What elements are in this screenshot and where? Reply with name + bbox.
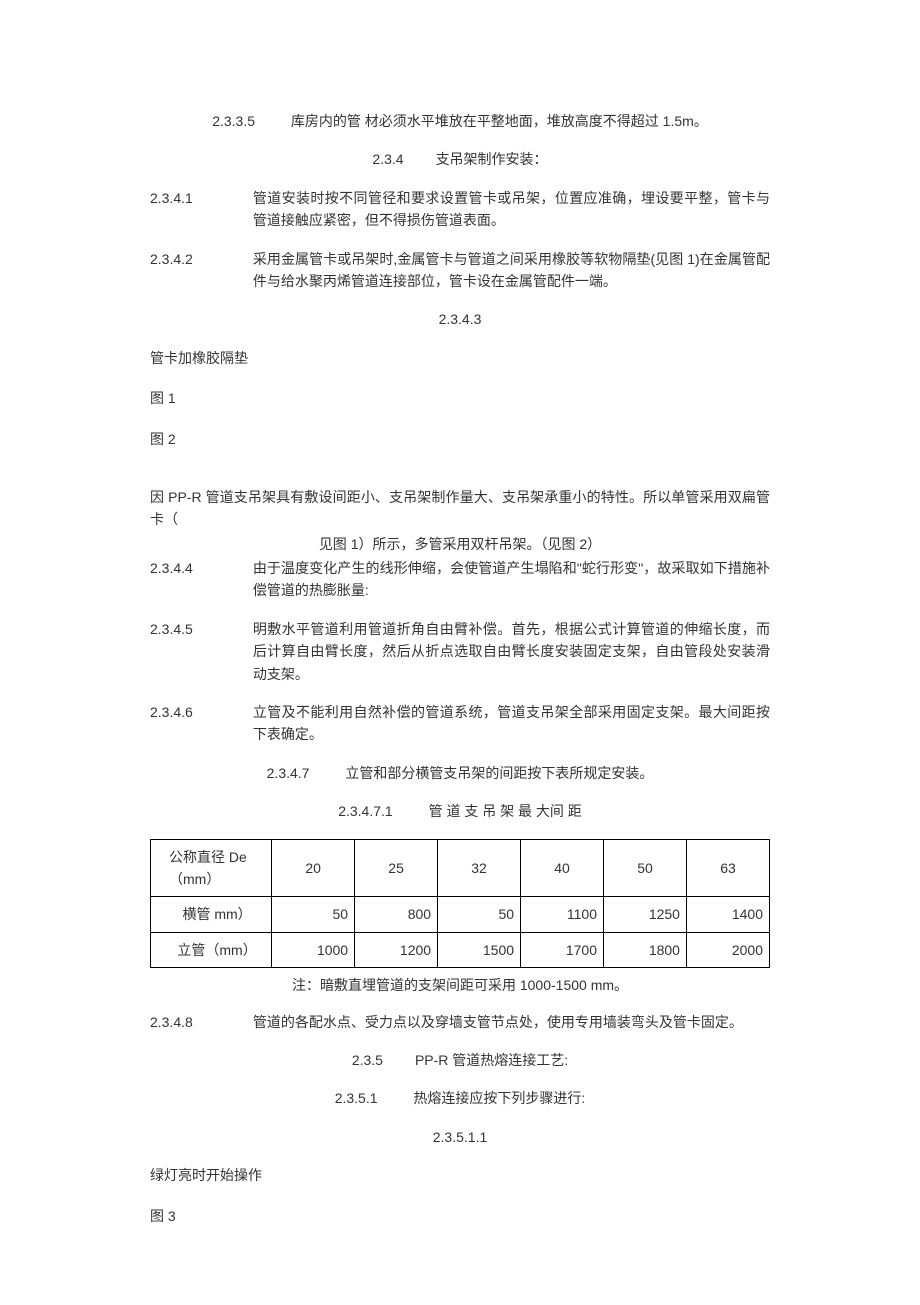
- clause-text: 管道安装时按不同管径和要求设置管卡或吊架，位置应准确，埋设要平整，管卡与管道接触…: [193, 187, 770, 232]
- table-cell: 立管（mm）: [151, 932, 272, 967]
- ppr-description-line1: 因 PP-R 管道支吊架具有敷设间距小、支吊架制作量大、支吊架承重小的特性。所以…: [150, 486, 770, 531]
- clause-text: 热熔连接应按下列步骤进行:: [413, 1090, 585, 1106]
- clause-number: 2.3.4: [372, 151, 403, 167]
- clause-text: 明敷水平管道利用管道折角自由臂补偿。首先，根据公式计算管道的伸缩长度，而后计算自…: [193, 618, 770, 685]
- table-row: 立管（mm） 1000 1200 1500 1700 1800 2000: [151, 932, 770, 967]
- clause-number: 2.3.4.6: [150, 701, 193, 746]
- clause-number: 2.3.5.1: [335, 1090, 378, 1106]
- clause-2-3-5: 2.3.5 PP-R 管道热熔连接工艺:: [150, 1049, 770, 1071]
- table-cell: 20: [272, 839, 355, 897]
- table-cell: 1250: [604, 897, 687, 932]
- table-note: 注：暗敷直埋管道的支架间距可采用 1000-1500 mm。: [150, 974, 770, 996]
- green-light-note: 绿灯亮时开始操作: [150, 1164, 770, 1186]
- clause-2-3-4-7-1: 2.3.4.7.1 管 道 支 吊 架 最 大间 距: [150, 800, 770, 822]
- spacer: [150, 468, 770, 486]
- clause-2-3-3-5: 2.3.3.5 库房内的管 材必须水平堆放在平整地面，堆放高度不得超过 1.5m…: [150, 110, 770, 132]
- table-cell: 50: [438, 897, 521, 932]
- table-row: 公称直径 De（mm） 20 25 32 40 50 63: [151, 839, 770, 897]
- clause-number: 2.3.4.4: [150, 557, 193, 602]
- clause-2-3-4-5: 2.3.4.5 明敷水平管道利用管道折角自由臂补偿。首先，根据公式计算管道的伸缩…: [150, 618, 770, 685]
- ppr-description-line2: 见图 1）所示，多管采用双杆吊架。（见图 2）: [150, 533, 770, 555]
- clause-2-3-4-4: 2.3.4.4 由于温度变化产生的线形伸缩，会使管道产生塌陷和"蛇行形变"，故采…: [150, 557, 770, 602]
- clause-number: 2.3.4.7.1: [338, 803, 393, 819]
- table-title: 管 道 支 吊 架 最 大间 距: [429, 803, 582, 819]
- clause-number: 2.3.5: [352, 1052, 383, 1068]
- clause-2-3-4-7: 2.3.4.7 立管和部分横管支吊架的间距按下表所规定安装。: [150, 762, 770, 784]
- clause-number: 2.3.3.5: [212, 113, 255, 129]
- table-cell: 63: [686, 839, 769, 897]
- clause-text: 库房内的管 材必须水平堆放在平整地面，堆放高度不得超过 1.5m。: [291, 113, 708, 129]
- document-page: 2.3.3.5 库房内的管 材必须水平堆放在平整地面，堆放高度不得超过 1.5m…: [0, 0, 920, 1305]
- table-cell: 公称直径 De（mm）: [151, 839, 272, 897]
- clause-number: 2.3.4.7: [267, 765, 310, 781]
- clause-text: 管道的各配水点、受力点以及穿墙支管节点处，使用专用墙装弯头及管卡固定。: [193, 1011, 770, 1033]
- clause-number: 2.3.4.1: [150, 187, 193, 232]
- table-cell: 50: [604, 839, 687, 897]
- table-cell: 1700: [521, 932, 604, 967]
- clause-text: 立管和部分横管支吊架的间距按下表所规定安装。: [345, 765, 653, 781]
- clause-2-3-5-1: 2.3.5.1 热熔连接应按下列步骤进行:: [150, 1087, 770, 1109]
- table-cell: 1100: [521, 897, 604, 932]
- table-row: 横管 mm） 50 800 50 1100 1250 1400: [151, 897, 770, 932]
- table-cell: 1500: [438, 932, 521, 967]
- table-cell: 2000: [686, 932, 769, 967]
- table-cell: 32: [438, 839, 521, 897]
- clause-text: 由于温度变化产生的线形伸缩，会使管道产生塌陷和"蛇行形变"，故采取如下措施补偿管…: [193, 557, 770, 602]
- figure-3-label: 图 3: [150, 1205, 770, 1227]
- table-cell: 50: [272, 897, 355, 932]
- clause-2-3-4-1: 2.3.4.1 管道安装时按不同管径和要求设置管卡或吊架，位置应准确，埋设要平整…: [150, 187, 770, 232]
- table-cell: 1800: [604, 932, 687, 967]
- table-cell: 1000: [272, 932, 355, 967]
- clause-2-3-4-6: 2.3.4.6 立管及不能利用自然补偿的管道系统，管道支吊架全部采用固定支架。最…: [150, 701, 770, 746]
- table-cell: 800: [355, 897, 438, 932]
- table-cell: 1200: [355, 932, 438, 967]
- clause-number: 2.3.4.2: [150, 248, 193, 293]
- clause-2-3-4-3: 2.3.4.3: [150, 308, 770, 330]
- clause-2-3-5-1-1: 2.3.5.1.1: [150, 1126, 770, 1148]
- clause-text: PP-R 管道热熔连接工艺:: [415, 1052, 568, 1068]
- clause-number: 2.3.5.1.1: [433, 1129, 488, 1145]
- spacing-table: 公称直径 De（mm） 20 25 32 40 50 63 横管 mm） 50 …: [150, 839, 770, 969]
- table-cell: 25: [355, 839, 438, 897]
- clause-number: 2.3.4.3: [439, 311, 482, 327]
- caption-rubber-pad: 管卡加橡胶隔垫: [150, 347, 770, 369]
- clause-number: 2.3.4.8: [150, 1011, 193, 1033]
- clause-2-3-4-2: 2.3.4.2 采用金属管卡或吊架时,金属管卡与管道之间采用橡胶等软物隔垫(见图…: [150, 248, 770, 293]
- clause-2-3-4: 2.3.4 支吊架制作安装：: [150, 148, 770, 170]
- clause-number: 2.3.4.5: [150, 618, 193, 685]
- clause-text: 支吊架制作安装：: [436, 151, 548, 167]
- clause-text: 采用金属管卡或吊架时,金属管卡与管道之间采用橡胶等软物隔垫(见图 1)在金属管配…: [193, 248, 770, 293]
- table-cell: 40: [521, 839, 604, 897]
- clause-2-3-4-8: 2.3.4.8 管道的各配水点、受力点以及穿墙支管节点处，使用专用墙装弯头及管卡…: [150, 1011, 770, 1033]
- figure-2-label: 图 2: [150, 428, 770, 450]
- table-cell: 横管 mm）: [151, 897, 272, 932]
- figure-1-label: 图 1: [150, 387, 770, 409]
- table-cell: 1400: [686, 897, 769, 932]
- clause-text: 立管及不能利用自然补偿的管道系统，管道支吊架全部采用固定支架。最大间距按下表确定…: [193, 701, 770, 746]
